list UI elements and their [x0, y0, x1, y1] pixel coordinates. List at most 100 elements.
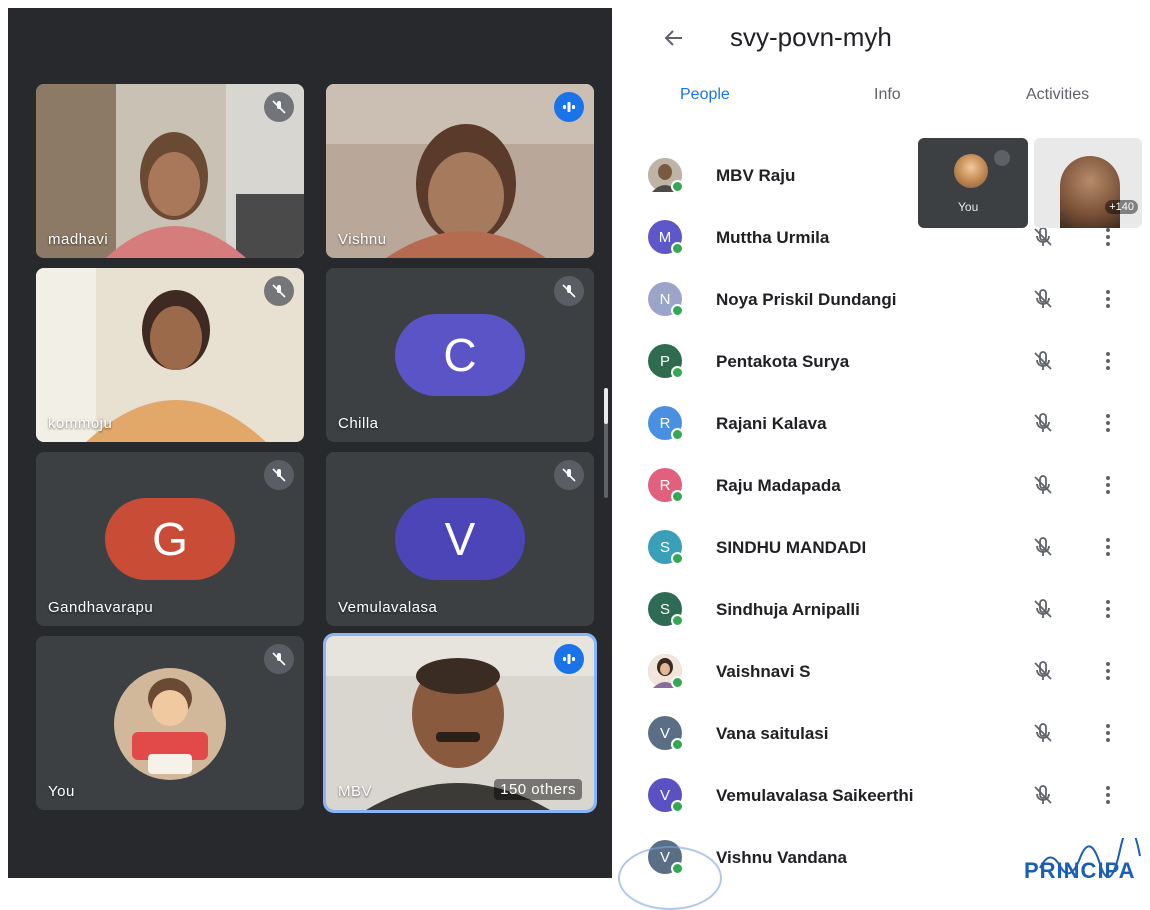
avatar: S: [648, 592, 684, 627]
avatar-initial: N: [659, 290, 671, 308]
participant-list: MBV Raju M Muttha Urmila N Noya Priskil …: [612, 118, 1150, 878]
avatar-initial: P: [659, 352, 670, 370]
participant-name: kommoju: [48, 415, 113, 432]
online-dot: [671, 676, 684, 689]
mic-off-icon[interactable]: [1030, 658, 1056, 684]
video-grid: madhavi Vishnu kommoju C Chilla G Gandha…: [8, 8, 612, 878]
mic-off-icon[interactable]: [1030, 596, 1056, 622]
online-dot: [671, 800, 684, 813]
online-dot: [671, 304, 684, 317]
participant-name: Vishnu Vandana: [716, 848, 848, 867]
avatar-initial: R: [659, 414, 671, 432]
others-count: +140: [1105, 200, 1138, 214]
avatar: V: [648, 778, 684, 813]
avatar-initial: S: [659, 538, 670, 556]
participant-row[interactable]: S Sindhuja Arnipalli: [612, 582, 1150, 642]
tab-info[interactable]: Info: [874, 86, 901, 104]
mic-off-icon[interactable]: [1030, 348, 1056, 374]
more-vertical-icon[interactable]: [1102, 534, 1114, 560]
participant-name: Sindhuja Arnipalli: [716, 600, 860, 619]
avatar: G: [105, 498, 235, 580]
participant-name: SINDHU MANDADI: [716, 538, 867, 557]
avatar: [648, 158, 684, 193]
participant-name: Vana saitulasi: [716, 724, 829, 743]
others-count[interactable]: 150 others: [494, 779, 582, 800]
more-vertical-icon[interactable]: [1102, 410, 1114, 436]
participant-row[interactable]: V Vana saitulasi: [612, 706, 1150, 766]
more-vertical-icon[interactable]: [1102, 348, 1114, 374]
participant-name: MBV Raju: [716, 166, 796, 185]
mic-off-icon[interactable]: [1030, 534, 1056, 560]
mic-off-icon: [554, 460, 584, 490]
participant-name: You: [48, 783, 75, 800]
online-dot: [671, 614, 684, 627]
participant-row[interactable]: R Rajani Kalava: [612, 396, 1150, 456]
participant-name: Chilla: [338, 415, 379, 432]
more-vertical-icon[interactable]: [1102, 596, 1114, 622]
audio-level-icon: [554, 644, 584, 674]
tab-activities[interactable]: Activities: [1026, 86, 1089, 104]
avatar-letter: G: [152, 513, 188, 565]
mic-off-icon: [994, 150, 1010, 166]
mic-off-icon[interactable]: [1030, 720, 1056, 746]
participant-row[interactable]: P Pentakota Surya: [612, 334, 1150, 394]
more-vertical-icon[interactable]: [1102, 782, 1114, 808]
participant-row[interactable]: V Vemulavalasa Saikeerthi: [612, 768, 1150, 828]
avatar: R: [648, 406, 684, 441]
video-tile[interactable]: Vishnu: [326, 84, 594, 258]
video-tile[interactable]: madhavi: [36, 84, 304, 258]
more-vertical-icon[interactable]: [1102, 286, 1114, 312]
mic-off-icon[interactable]: [1030, 410, 1056, 436]
mini-video-tile[interactable]: +140: [1034, 138, 1142, 228]
online-dot: [671, 738, 684, 751]
mic-off-icon[interactable]: [1030, 472, 1056, 498]
participant-row[interactable]: Vaishnavi S: [612, 644, 1150, 704]
avatar: M: [648, 220, 684, 255]
participant-row[interactable]: R Raju Madapada: [612, 458, 1150, 518]
mic-off-icon: [264, 644, 294, 674]
participant-name: Vemulavalasa: [338, 599, 438, 616]
people-panel: svy-povn-myh People Info Activities MBV …: [612, 0, 1150, 878]
self-view-pip[interactable]: You: [918, 138, 1028, 228]
video-tile[interactable]: MBV 150 others: [323, 633, 597, 813]
video-tile[interactable]: V Vemulavalasa: [326, 452, 594, 626]
avatar-initial: V: [659, 786, 670, 804]
participant-name: Gandhavarapu: [48, 599, 154, 616]
participant-name: madhavi: [48, 231, 109, 248]
more-vertical-icon[interactable]: [1102, 658, 1114, 684]
avatar: R: [648, 468, 684, 503]
arrow-left-icon[interactable]: [662, 26, 686, 50]
mic-off-icon[interactable]: [1030, 782, 1056, 808]
mic-off-icon[interactable]: [1030, 286, 1056, 312]
video-tile[interactable]: G Gandhavarapu: [36, 452, 304, 626]
avatar-letter: C: [443, 329, 477, 381]
tab-bar: People Info Activities: [612, 80, 1150, 116]
video-tile[interactable]: You: [36, 636, 304, 810]
avatar: V: [395, 498, 525, 580]
participant-name: Noya Priskil Dundangi: [716, 290, 897, 309]
scrollbar-thumb[interactable]: [604, 388, 608, 424]
meeting-code: svy-povn-myh: [730, 22, 892, 52]
online-dot: [671, 242, 684, 255]
video-tile[interactable]: kommoju: [36, 268, 304, 442]
grid-scrollbar[interactable]: [604, 388, 608, 498]
mic-off-icon: [264, 460, 294, 490]
avatar: P: [648, 344, 684, 379]
avatar: N: [648, 282, 684, 317]
avatar: C: [395, 314, 525, 396]
online-dot: [671, 428, 684, 441]
mic-off-icon: [264, 92, 294, 122]
avatar: V: [648, 716, 684, 751]
participant-row[interactable]: N Noya Priskil Dundangi: [612, 272, 1150, 332]
participant-video: [1060, 156, 1120, 228]
video-tile[interactable]: C Chilla: [326, 268, 594, 442]
participant-name: Vaishnavi S: [716, 662, 811, 681]
participant-row[interactable]: S SINDHU MANDADI: [612, 520, 1150, 580]
audio-level-icon: [554, 92, 584, 122]
more-vertical-icon[interactable]: [1102, 720, 1114, 746]
more-vertical-icon[interactable]: [1102, 472, 1114, 498]
tab-people[interactable]: People: [680, 86, 730, 104]
participant-name: Raju Madapada: [716, 476, 841, 495]
avatar-initial: V: [659, 724, 670, 742]
online-dot: [671, 180, 684, 193]
